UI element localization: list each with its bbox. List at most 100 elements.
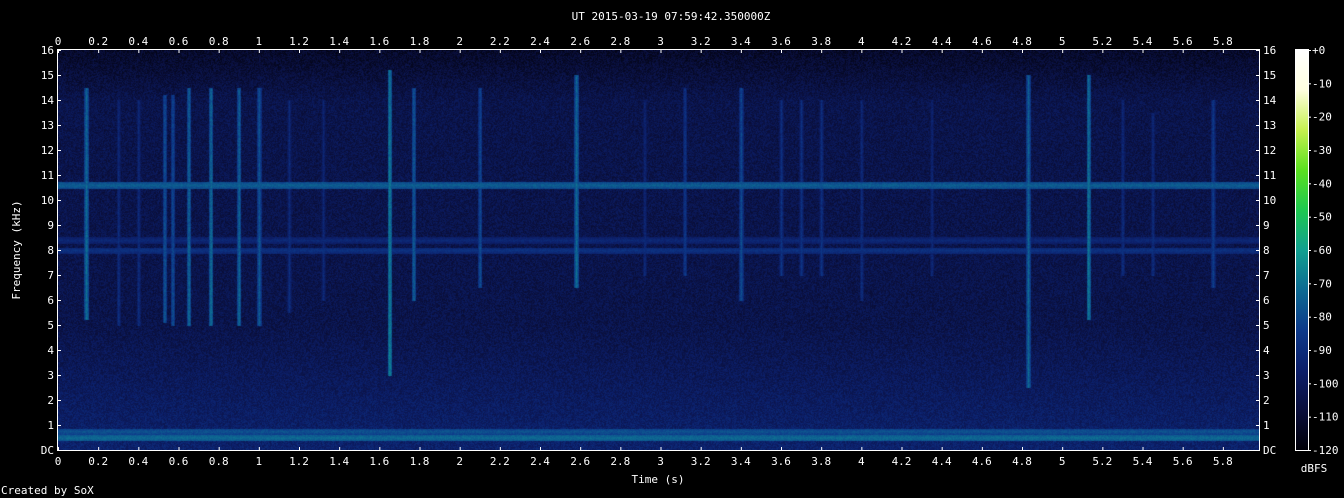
x-tick-label: 4.2	[892, 455, 912, 468]
x-tick-label: 5.6	[1173, 35, 1193, 48]
y-tick-label: 10	[1263, 194, 1276, 207]
colorbar-tick-label: -120	[1312, 444, 1339, 457]
x-tick-label: 4	[858, 35, 865, 48]
x-tick-label: 3.2	[691, 35, 711, 48]
x-tick-label: 0.6	[169, 455, 189, 468]
x-tick-label: 0.2	[88, 35, 108, 48]
x-axis-label: Time (s)	[632, 473, 685, 486]
x-tick-label: 1.8	[410, 455, 430, 468]
colorbar-tick-label: +0	[1312, 44, 1325, 57]
x-tick-label: 0.8	[209, 455, 229, 468]
colorbar	[1296, 50, 1308, 450]
colorbar-label: dBFS	[1301, 462, 1328, 475]
y-axis-label: Frequency (kHz)	[10, 200, 23, 299]
y-tick-label: 8	[47, 244, 54, 257]
x-tick-label: 3	[657, 455, 664, 468]
x-tick-label: 0	[55, 35, 62, 48]
x-tick-label: 3.6	[771, 35, 791, 48]
y-tick-label: 16	[1263, 44, 1276, 57]
x-tick-label: 2.4	[530, 35, 550, 48]
created-by-credit: Created by SoX	[1, 484, 94, 497]
y-tick-label: 4	[47, 344, 54, 357]
x-tick-label: 1.4	[329, 35, 349, 48]
colorbar-tick-label: -60	[1312, 244, 1332, 257]
y-tick-label: 2	[1263, 394, 1270, 407]
colorbar-tick-label: -10	[1312, 77, 1332, 90]
colorbar-tick-label: -90	[1312, 344, 1332, 357]
x-tick-label: 1.2	[289, 455, 309, 468]
y-tick-label: 5	[1263, 319, 1270, 332]
x-tick-label: 4.6	[972, 35, 992, 48]
y-tick-label: 13	[1263, 119, 1276, 132]
x-tick-label: 4.8	[1012, 35, 1032, 48]
y-tick-label: 7	[47, 269, 54, 282]
x-tick-label: 5.2	[1092, 455, 1112, 468]
x-tick-label: 4.4	[932, 35, 952, 48]
x-tick-label: 1	[256, 35, 263, 48]
x-tick-label: 1.4	[329, 455, 349, 468]
x-tick-label: 2.8	[610, 455, 630, 468]
y-tick-label: DC	[1263, 444, 1276, 457]
colorbar-tick-label: -100	[1312, 377, 1339, 390]
x-tick-label: 5.2	[1092, 35, 1112, 48]
y-tick-label: 14	[41, 94, 55, 107]
x-tick-label: 4.6	[972, 455, 992, 468]
x-tick-label: 0.4	[128, 455, 148, 468]
colorbar-tick-label: -30	[1312, 144, 1332, 157]
colorbar-tick-label: -50	[1312, 211, 1332, 224]
y-tick-label: 1	[1263, 419, 1270, 432]
colorbar-tick-label: -110	[1312, 411, 1339, 424]
x-tick-label: 4.2	[892, 35, 912, 48]
x-tick-label: 3.8	[811, 455, 831, 468]
y-tick-label: 1	[47, 419, 54, 432]
y-tick-label: 12	[1263, 144, 1276, 157]
x-tick-label: 5.4	[1133, 35, 1153, 48]
y-tick-label: 13	[41, 119, 54, 132]
colorbar-tick-label: -40	[1312, 177, 1332, 190]
y-tick-label: 3	[1263, 369, 1270, 382]
x-tick-label: 2.8	[610, 35, 630, 48]
x-tick-label: 3	[657, 35, 664, 48]
y-tick-label: 9	[1263, 219, 1270, 232]
y-tick-label: 8	[1263, 244, 1270, 257]
y-tick-label: 9	[47, 219, 54, 232]
y-tick-label: 12	[41, 144, 54, 157]
x-tick-label: 5	[1059, 35, 1066, 48]
x-tick-label: 4	[858, 455, 865, 468]
y-tick-label: 15	[1263, 69, 1276, 82]
x-tick-label: 1	[256, 455, 263, 468]
x-tick-label: 2.2	[490, 35, 510, 48]
y-tick-label: DC	[41, 444, 54, 457]
x-tick-label: 2.2	[490, 455, 510, 468]
x-tick-label: 5.4	[1133, 455, 1153, 468]
y-tick-label: 15	[41, 69, 54, 82]
y-tick-label: 7	[1263, 269, 1270, 282]
x-tick-label: 1.6	[369, 35, 389, 48]
y-tick-label: 6	[1263, 294, 1270, 307]
colorbar-tick-label: -20	[1312, 111, 1332, 124]
y-tick-label: 4	[1263, 344, 1270, 357]
y-tick-label: 6	[47, 294, 54, 307]
spectrogram-plot-area	[58, 50, 1259, 450]
x-tick-label: 3.8	[811, 35, 831, 48]
x-tick-label: 3.4	[731, 455, 751, 468]
x-tick-label: 2	[456, 35, 463, 48]
y-tick-label: 5	[47, 319, 54, 332]
x-tick-label: 3.6	[771, 455, 791, 468]
x-tick-label: 5.8	[1213, 455, 1233, 468]
x-tick-label: 0.6	[169, 35, 189, 48]
colorbar-tick-label: -70	[1312, 277, 1332, 290]
x-tick-label: 0.4	[128, 35, 148, 48]
x-tick-label: 2.4	[530, 455, 550, 468]
x-tick-label: 1.2	[289, 35, 309, 48]
x-tick-label: 5.6	[1173, 455, 1193, 468]
colorbar-tick-label: -80	[1312, 311, 1332, 324]
x-tick-label: 5	[1059, 455, 1066, 468]
y-tick-label: 11	[1263, 169, 1276, 182]
x-tick-label: 0	[55, 455, 62, 468]
x-tick-label: 3.4	[731, 35, 751, 48]
x-tick-label: 2.6	[570, 35, 590, 48]
x-tick-label: 4.4	[932, 455, 952, 468]
x-tick-label: 5.8	[1213, 35, 1233, 48]
x-tick-label: 1.6	[369, 455, 389, 468]
